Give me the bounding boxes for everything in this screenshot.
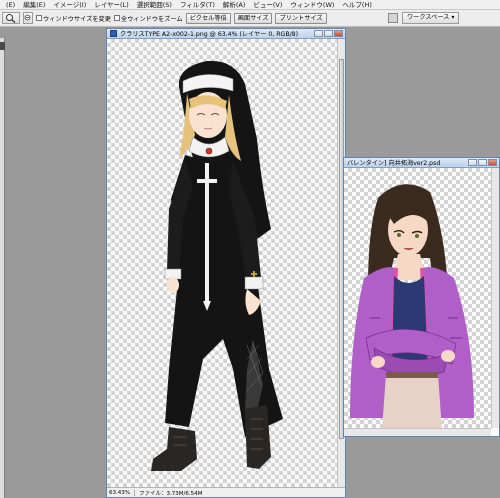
zoom-all-label: 全ウィンドウをズーム [120,15,183,23]
menu-view[interactable]: ビュー(V) [249,0,286,10]
zoom-in-icon [24,14,31,21]
panel-tab[interactable] [0,42,5,50]
main-document-window: クラリスTYPE A2-x002-1.png @ 63.4% (レイヤー 0, … [106,28,346,498]
workspace-icon[interactable] [388,13,398,23]
menu-edit[interactable]: 編集(E) [19,0,49,10]
nun-character-illustration [151,60,283,471]
maximize-button[interactable] [478,159,487,166]
minimize-button[interactable] [468,159,477,166]
checkbox-box[interactable] [113,15,120,21]
checkbox-box[interactable] [36,15,42,21]
fit-screen-button[interactable]: 画面サイズ [233,12,273,24]
zoom-tool-preset[interactable] [2,12,20,24]
tools-panel-edge[interactable] [0,38,5,498]
main-status-bar: 63.43% ファイル：3.73M/6.54M [107,487,345,497]
menu-edit-partial[interactable]: (E) [2,0,19,10]
minimize-button[interactable] [314,30,323,37]
menu-window[interactable]: ウィンドウ(W) [286,0,338,10]
magnifier-icon [6,14,16,23]
menu-analysis[interactable]: 解析(A) [219,0,250,10]
maximize-button[interactable] [324,30,333,37]
menu-filter[interactable]: フィルタ(T) [176,0,219,10]
second-canvas[interactable] [344,168,491,428]
menu-image[interactable]: イメージ(I) [49,0,90,10]
second-document-title: バレンタイン] 向井拓海ver2.psd [347,160,441,167]
second-horizontal-scrollbar[interactable] [344,428,491,436]
menu-select[interactable]: 選択範囲(S) [133,0,176,10]
zoom-in-out-toggle[interactable] [23,12,33,24]
file-size-info: ファイル：3.73M/6.54M [139,490,203,497]
window-controls [468,159,497,166]
actual-pixels-button[interactable]: ピクセル等倍 [185,12,231,24]
menu-bar: (E) 編集(E) イメージ(I) レイヤー(L) 選択範囲(S) フィルタ(T… [0,0,500,10]
girl-character-illustration [350,184,474,428]
close-button[interactable] [334,30,343,37]
main-document-title: クラリスTYPE A2-x002-1.png @ 63.4% (レイヤー 0, … [120,31,299,38]
main-canvas[interactable] [107,39,337,487]
second-vertical-scrollbar[interactable] [491,168,499,428]
main-document-title-bar[interactable]: クラリスTYPE A2-x002-1.png @ 63.4% (レイヤー 0, … [107,29,345,39]
menu-layer[interactable]: レイヤー(L) [90,0,133,10]
resize-windows-checkbox[interactable]: ウィンドウサイズを変更 [36,14,111,23]
second-document-title-bar[interactable]: バレンタイン] 向井拓海ver2.psd [344,158,499,168]
photoshop-doc-icon [110,30,117,37]
resize-windows-label: ウィンドウサイズを変更 [43,15,111,23]
zoom-all-checkbox[interactable]: 全ウィンドウをズーム [113,14,183,23]
print-size-button[interactable]: プリントサイズ [275,12,327,24]
options-bar: ウィンドウサイズを変更 全ウィンドウをズーム ピクセル等倍 画面サイズ プリント… [0,10,500,27]
close-button[interactable] [488,159,497,166]
zoom-level[interactable]: 63.43% [109,489,135,496]
workspace-dropdown[interactable]: ワークスペース ▾ [402,12,460,24]
menu-help[interactable]: ヘルプ(H) [338,0,375,10]
window-controls [314,30,343,37]
second-document-window: バレンタイン] 向井拓海ver2.psd [343,157,500,437]
